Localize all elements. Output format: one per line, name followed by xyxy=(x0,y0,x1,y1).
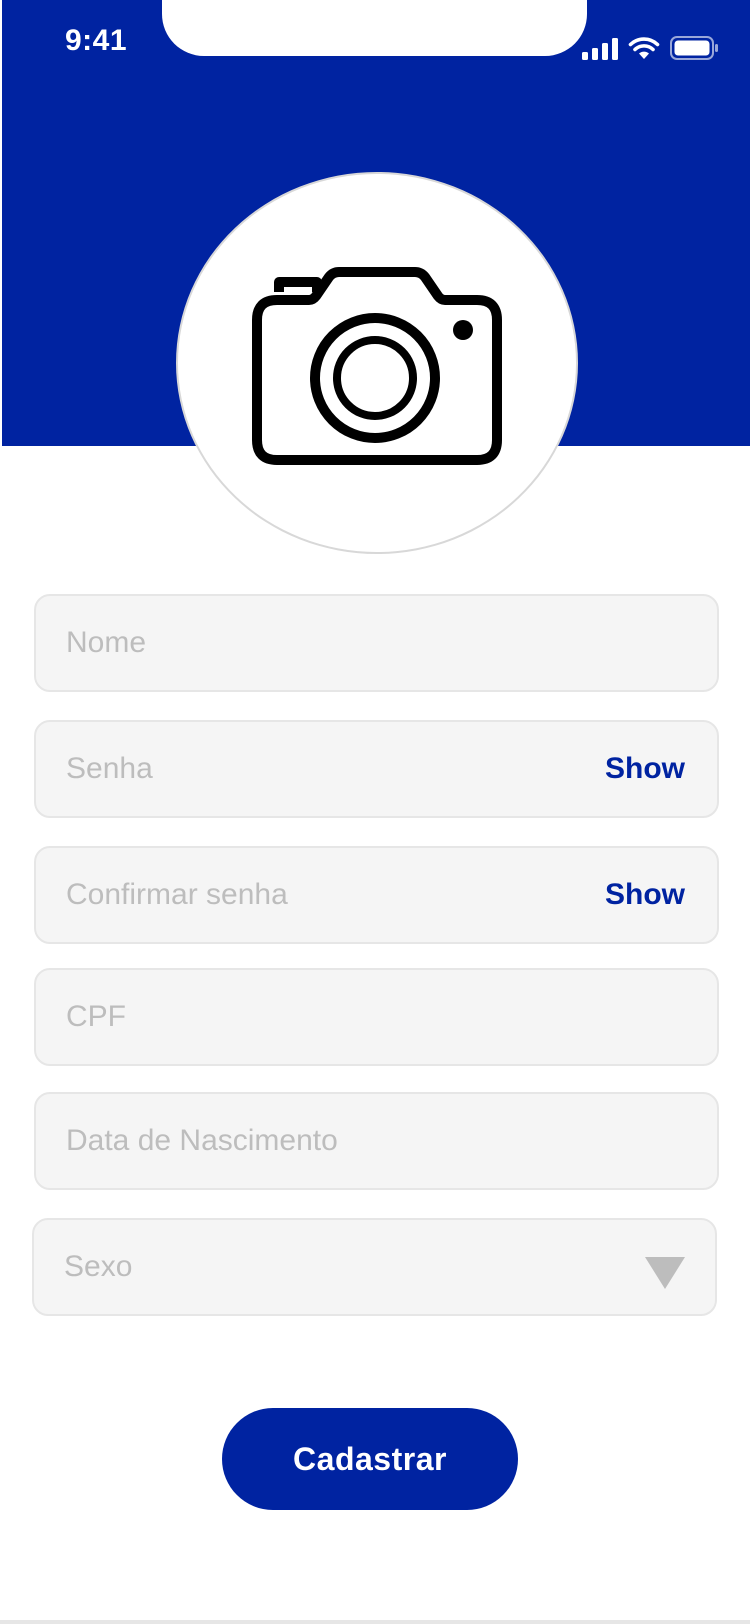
name-input[interactable] xyxy=(66,596,566,690)
password-field[interactable]: Show xyxy=(34,720,719,818)
device-notch xyxy=(162,0,587,56)
gender-select[interactable]: Sexo xyxy=(32,1218,717,1316)
register-button[interactable]: Cadastrar xyxy=(222,1408,518,1510)
name-field[interactable] xyxy=(34,594,719,692)
cpf-input[interactable] xyxy=(66,970,566,1064)
signal-icon xyxy=(582,38,618,60)
register-screen: 9:41 Show xyxy=(0,0,750,1624)
show-confirm-password-button[interactable]: Show xyxy=(605,848,685,942)
gender-select-placeholder: Sexo xyxy=(64,1250,133,1283)
cpf-field[interactable] xyxy=(34,968,719,1066)
confirm-password-field[interactable]: Show xyxy=(34,846,719,944)
chevron-down-icon xyxy=(645,1257,685,1289)
status-time: 9:41 xyxy=(65,24,128,57)
camera-icon xyxy=(252,267,502,465)
birthdate-input[interactable] xyxy=(66,1094,566,1188)
birthdate-field[interactable] xyxy=(34,1092,719,1190)
status-icons xyxy=(582,30,718,60)
confirm-password-input[interactable] xyxy=(66,848,566,942)
battery-icon xyxy=(670,36,718,60)
bottom-divider xyxy=(0,1620,750,1624)
wifi-icon xyxy=(628,37,660,59)
password-input[interactable] xyxy=(66,722,566,816)
profile-photo-picker[interactable] xyxy=(176,172,578,554)
show-password-button[interactable]: Show xyxy=(605,722,685,816)
